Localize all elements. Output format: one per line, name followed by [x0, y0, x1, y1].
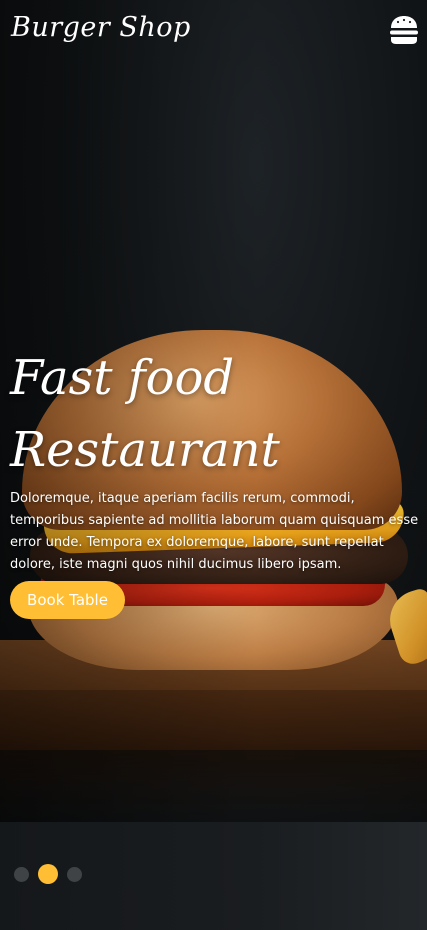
carousel-dot[interactable]	[38, 864, 58, 884]
page: Burger Shop Fast food Restaurant Dolorem…	[0, 0, 427, 930]
carousel-indicators	[14, 864, 91, 884]
carousel-dot[interactable]	[14, 866, 29, 882]
hero-description: Doloremque, itaque aperiam facilis rerum…	[10, 491, 419, 572]
site-header: Burger Shop	[0, 0, 427, 64]
book-table-button[interactable]: Book Table	[10, 581, 125, 619]
hero-title-line1: Fast food	[10, 350, 235, 406]
menu-button[interactable]	[388, 14, 420, 46]
carousel-dot[interactable]	[67, 866, 82, 882]
brand-logo[interactable]: Burger Shop	[11, 12, 191, 43]
burger-menu-icon	[390, 16, 418, 44]
hero-title-line2: Restaurant	[10, 422, 280, 478]
hero-title: Fast food Restaurant	[10, 342, 410, 486]
